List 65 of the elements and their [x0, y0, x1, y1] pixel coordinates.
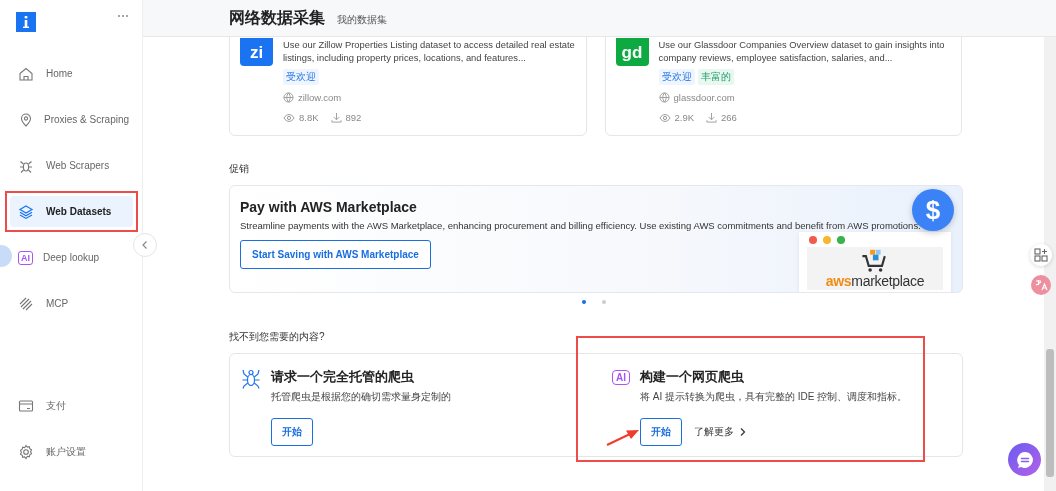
eye-icon: [283, 112, 295, 123]
sidebar-item[interactable]: MCP: [10, 288, 133, 319]
globe-icon: [658, 92, 670, 103]
dataset-logo: zi: [240, 38, 273, 66]
start-saving-button[interactable]: Start Saving with AWS Marketplace: [240, 240, 431, 269]
tag: 丰富的: [697, 69, 734, 85]
sidebar-item[interactable]: Web Scrapers: [10, 150, 133, 181]
ai-badge: AI: [18, 250, 33, 265]
sidebar-item[interactable]: Home: [10, 58, 133, 89]
globe-icon: [283, 92, 294, 103]
chevron-right-icon: [739, 427, 747, 437]
apps-icon[interactable]: [1030, 244, 1052, 266]
location-pin-icon: [18, 111, 34, 128]
sidebar-item[interactable]: Web Datasets: [10, 196, 133, 227]
ai-badge: AI: [612, 370, 630, 385]
dataset-description: Use our Glassdoor Companies Overview dataset to gain insights into company reviews, employee satisfaction, salaries, and...: [658, 38, 946, 64]
download-count: 266: [721, 112, 737, 123]
dataset-description: Use our Zillow Properties Listing dataset to access detailed real estate listings, including property prices, locations, and features...: [283, 38, 576, 64]
sidebar-item[interactable]: 支付: [10, 390, 133, 421]
download-icon: [706, 112, 718, 123]
chevron-left-icon: [140, 240, 150, 250]
card-icon: [18, 397, 36, 414]
layers-icon: [18, 203, 36, 220]
breadcrumb: 我的数据集: [337, 13, 387, 27]
collapse-button[interactable]: [133, 233, 157, 257]
translate-icon[interactable]: [1031, 275, 1051, 295]
sidebar-item[interactable]: AI Deep lookup: [10, 242, 133, 273]
promo-title: Pay with AWS Marketplace: [240, 199, 417, 215]
dataset-card[interactable]: zi Use our Zillow Properties Listing dataset to access detailed real estate listings, including property prices, locations, and features... 受欢迎 zillow.com 8.8K 892: [229, 37, 587, 136]
download-icon: [330, 112, 342, 123]
scrollbar[interactable]: [1044, 37, 1056, 491]
cart-icon: [861, 249, 889, 273]
carousel-dot[interactable]: [582, 300, 586, 304]
dataset-domain: zillow.com: [298, 92, 342, 103]
home-icon: [18, 65, 36, 82]
carousel-dot[interactable]: [602, 300, 606, 304]
dataset-domain: glassdoor.com: [673, 92, 735, 103]
dataset-logo: gd: [615, 38, 649, 66]
dataset-card[interactable]: gd Use our Glassdoor Companies Overview dataset to gain insights into company reviews, employee satisfaction, salaries, and... 受欢迎 丰富的 glassdoor.com 2.9K 266: [604, 37, 962, 136]
sidebar-item[interactable]: 账户设置: [10, 436, 133, 467]
tag: 受欢迎: [658, 69, 695, 85]
marketplace-logo: awsmarketplace: [825, 273, 925, 289]
page-title: 网络数据采集: [229, 7, 325, 28]
view-count: 2.9K: [674, 112, 695, 123]
start-button[interactable]: 开始: [640, 418, 682, 446]
sidebar-item[interactable]: Proxies & Scraping: [10, 104, 133, 135]
window-dots-icon: [809, 236, 845, 244]
promo-description: Streamline payments with the AWS Marketplace, enhancing procurement and billing efficiency. Use existing AWS commitments and benefit from AWS promotions.: [240, 220, 921, 231]
learn-more-link[interactable]: 了解更多: [694, 425, 747, 439]
logo-icon[interactable]: [16, 12, 36, 32]
option-title: 请求一个完全托管的爬虫: [271, 368, 415, 386]
section-heading: 促销: [229, 162, 250, 176]
option-description: 将 AI 提示转换为爬虫，具有完整的 IDE 控制、调度和指标。: [640, 390, 908, 404]
download-count: 892: [345, 112, 362, 123]
more-icon[interactable]: [117, 14, 129, 18]
view-count: 8.8K: [299, 112, 319, 123]
option-title: 构建一个网页爬虫: [640, 368, 745, 386]
pointer-arrow: [606, 428, 640, 446]
start-button[interactable]: 开始: [271, 418, 313, 446]
tag: 受欢迎: [283, 69, 319, 85]
section-heading: 找不到您需要的内容?: [229, 330, 326, 344]
option-description: 托管爬虫是根据您的确切需求量身定制的: [271, 390, 451, 404]
spider-icon: [241, 367, 261, 389]
eye-icon: [658, 112, 671, 123]
chat-icon[interactable]: [1008, 443, 1041, 476]
